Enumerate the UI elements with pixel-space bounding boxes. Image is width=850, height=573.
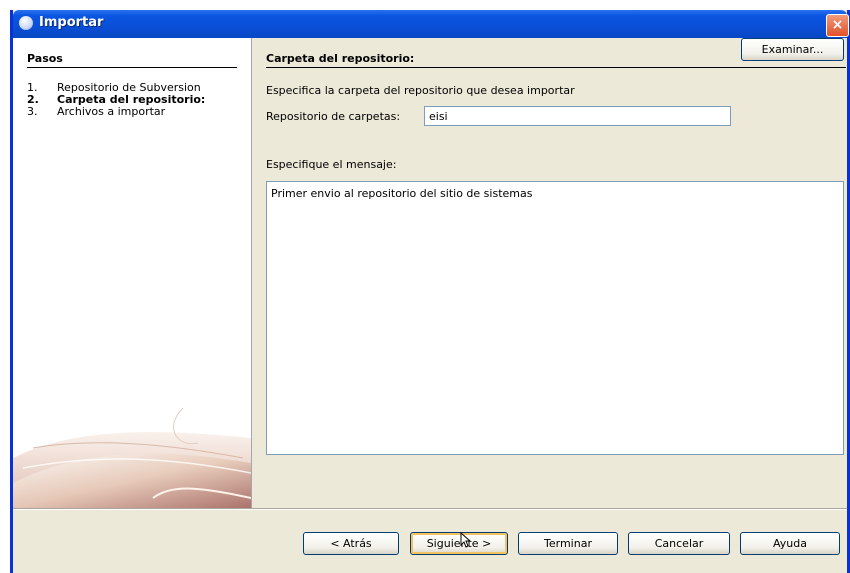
decorative-swirl-image <box>13 407 251 508</box>
browse-button[interactable]: Examinar... <box>741 38 844 61</box>
finish-button[interactable]: Terminar <box>518 532 618 555</box>
mouse-cursor-icon <box>460 531 472 548</box>
message-label: Especifique el mensaje: <box>266 158 397 171</box>
steps-list: 1. Repositorio de Subversion 2. Carpeta de… <box>27 82 205 118</box>
window-title: Importar <box>39 15 104 30</box>
repo-folder-label: Repositorio de carpetas: <box>266 110 401 123</box>
step-item: 3. Archivos a importar <box>27 106 205 118</box>
cancel-button[interactable]: Cancelar <box>628 532 730 555</box>
repo-folder-input[interactable] <box>424 106 731 126</box>
description-text: Especifica la carpeta del repositorio qu… <box>266 84 575 97</box>
step-label: Archivos a importar <box>57 105 166 118</box>
close-button[interactable]: × <box>826 14 849 37</box>
back-button[interactable]: < Atrás <box>303 532 399 555</box>
help-button[interactable]: Ayuda <box>740 532 840 555</box>
message-textarea[interactable]: Primer envio al repositorio del sitio de… <box>266 181 844 455</box>
step-number: 3. <box>27 105 38 118</box>
import-dialog: Importar × Pasos 1. Repositorio de Subver… <box>10 10 850 573</box>
content-pane: Carpeta del repositorio: Especifica la c… <box>252 38 847 508</box>
steps-pane: Pasos 1. Repositorio de Subversion 2. Carp… <box>13 38 252 508</box>
steps-header: Pasos <box>27 52 237 68</box>
button-bar-separator <box>13 508 847 510</box>
title-bar[interactable]: Importar × <box>13 10 849 38</box>
app-icon <box>19 16 33 30</box>
